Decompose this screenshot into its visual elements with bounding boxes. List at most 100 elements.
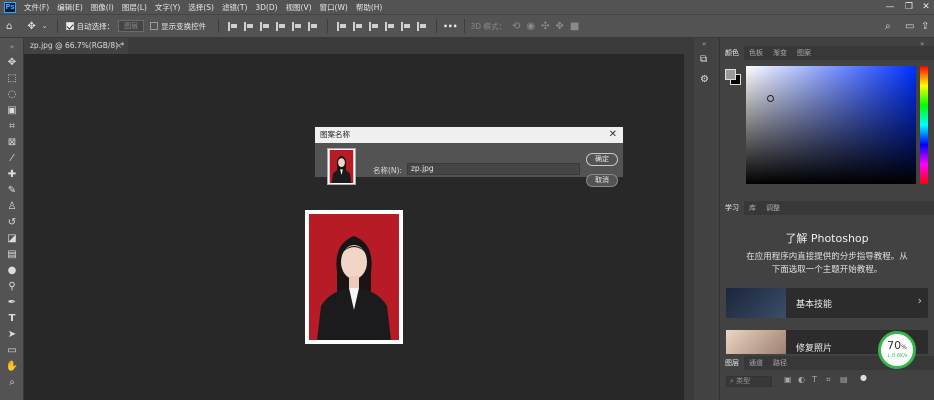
- share-icon[interactable]: ⇪: [921, 21, 929, 32]
- auto-select-dropdown[interactable]: 图层: [118, 20, 145, 32]
- minimize-icon[interactable]: —: [882, 0, 898, 14]
- tab-paths[interactable]: 路径: [768, 356, 792, 370]
- blur-tool-icon[interactable]: ●: [5, 264, 19, 278]
- type-tool-icon[interactable]: T: [5, 312, 19, 326]
- 3d-orbit-icon[interactable]: ⟲: [512, 21, 520, 32]
- distribute-middle-icon[interactable]: [401, 21, 411, 31]
- distribute-center-icon[interactable]: [353, 21, 363, 31]
- crop-tool-icon[interactable]: ⌗: [5, 120, 19, 134]
- menu-window[interactable]: 窗口(W): [316, 2, 352, 13]
- tab-patterns[interactable]: 图案: [792, 46, 816, 60]
- align-middle-icon[interactable]: [292, 21, 302, 31]
- 3d-roll-icon[interactable]: ◉: [526, 21, 535, 32]
- pattern-name-input[interactable]: zp.jpg: [407, 163, 580, 175]
- distribute-top-icon[interactable]: [385, 21, 395, 31]
- filter-toggle-icon[interactable]: ●: [860, 373, 867, 382]
- rectangle-tool-icon[interactable]: ▭: [5, 344, 19, 358]
- align-bottom-icon[interactable]: [308, 21, 318, 31]
- history-brush-tool-icon[interactable]: ↺: [5, 216, 19, 230]
- home-icon[interactable]: ⌂: [6, 21, 12, 32]
- 3d-pan-icon[interactable]: ✣: [541, 21, 549, 32]
- menu-help[interactable]: 帮助(H): [352, 2, 387, 13]
- filter-type-icon[interactable]: T: [812, 375, 817, 384]
- more-options-button[interactable]: •••: [443, 22, 457, 31]
- pen-tool-icon[interactable]: ✒: [5, 296, 19, 310]
- dialog-close-icon[interactable]: ✕: [609, 127, 617, 143]
- distribute-bottom-icon[interactable]: [417, 21, 427, 31]
- hue-slider[interactable]: [920, 66, 928, 184]
- hand-tool-icon[interactable]: ✋: [5, 360, 19, 374]
- menu-3d[interactable]: 3D(D): [251, 3, 281, 12]
- path-select-tool-icon[interactable]: ➤: [5, 328, 19, 342]
- restore-icon[interactable]: ❐: [901, 0, 917, 14]
- tab-channels[interactable]: 通道: [744, 356, 768, 370]
- menu-edit[interactable]: 编辑(E): [53, 2, 87, 13]
- menu-select[interactable]: 选择(S): [184, 2, 218, 13]
- show-transform-checkbox[interactable]: [150, 22, 159, 30]
- gradient-tool-icon[interactable]: ▤: [5, 248, 19, 262]
- move-tool-icon[interactable]: ✥: [27, 21, 35, 32]
- healing-brush-tool-icon[interactable]: ✚: [5, 168, 19, 182]
- filter-pixel-icon[interactable]: ▣: [784, 375, 792, 384]
- tab-gradients[interactable]: 渐变: [768, 46, 792, 60]
- photoshop-logo-icon: Ps: [4, 1, 16, 13]
- color-picker-field[interactable]: [746, 66, 916, 184]
- learn-panel-tabs: 学习 库 调整: [720, 201, 934, 215]
- 3d-scale-icon[interactable]: ■: [570, 21, 579, 32]
- learn-card-basic-skills[interactable]: 基本技能 ›: [726, 288, 928, 318]
- dodge-tool-icon[interactable]: ⚲: [5, 280, 19, 294]
- cancel-button[interactable]: 取消: [586, 174, 618, 187]
- zoom-tool-icon[interactable]: ⌕: [5, 376, 19, 390]
- properties-panel-icon[interactable]: ⚙: [700, 74, 709, 85]
- filter-smart-object-icon[interactable]: ▤: [840, 375, 848, 384]
- chevron-down-icon[interactable]: ⌄: [42, 22, 48, 30]
- layer-filter-dropdown[interactable]: ⌕ 类型: [726, 376, 772, 387]
- 3d-slide-icon[interactable]: ✥: [555, 21, 563, 32]
- eyedropper-tool-icon[interactable]: ⁄: [5, 152, 19, 166]
- document-tab[interactable]: zp.jpg @ 66.7%(RGB/8) * ×: [24, 38, 128, 54]
- menu-file[interactable]: 文件(F): [20, 2, 53, 13]
- quick-select-tool-icon[interactable]: ▣: [5, 104, 19, 118]
- tab-libraries[interactable]: 库: [744, 201, 761, 215]
- tab-color[interactable]: 颜色: [720, 46, 744, 60]
- align-left-icon[interactable]: [228, 21, 238, 31]
- menu-layer[interactable]: 图层(L): [118, 2, 151, 13]
- history-panel-icon[interactable]: ⧉: [700, 54, 707, 65]
- tab-close-icon[interactable]: ×: [116, 38, 122, 54]
- menu-type[interactable]: 文字(Y): [151, 2, 184, 13]
- lasso-tool-icon[interactable]: ◌: [5, 88, 19, 102]
- menu-filter[interactable]: 滤镜(T): [218, 2, 251, 13]
- frame-tool-icon[interactable]: ⊠: [5, 136, 19, 150]
- filter-shape-icon[interactable]: ⌗: [826, 375, 831, 385]
- search-icon[interactable]: ⌕: [885, 21, 891, 32]
- tab-swatches[interactable]: 色板: [744, 46, 768, 60]
- close-icon[interactable]: ✕: [918, 0, 934, 14]
- foreground-color-swatch[interactable]: [725, 69, 736, 80]
- menu-view[interactable]: 视图(V): [282, 2, 316, 13]
- align-top-icon[interactable]: [276, 21, 286, 31]
- marquee-tool-icon[interactable]: ⬚: [5, 72, 19, 86]
- align-center-icon[interactable]: [244, 21, 254, 31]
- tab-adjustments[interactable]: 调整: [761, 201, 785, 215]
- canvas-image[interactable]: [305, 210, 403, 344]
- tab-learn[interactable]: 学习: [720, 201, 744, 215]
- clone-stamp-tool-icon[interactable]: ♙: [5, 200, 19, 214]
- auto-select-checkbox[interactable]: [65, 22, 74, 30]
- color-picker-cursor[interactable]: [767, 95, 774, 102]
- tab-layers[interactable]: 图层: [720, 356, 744, 370]
- brush-tool-icon[interactable]: ✎: [5, 184, 19, 198]
- panels-collapse-icon[interactable]: »: [920, 40, 924, 48]
- move-tool-icon[interactable]: ✥: [5, 56, 19, 70]
- workspace-icon[interactable]: ▭: [905, 21, 914, 32]
- learn-description-line1: 在应用程序内直接提供的分步指导教程。从: [746, 252, 908, 262]
- ok-button[interactable]: 确定: [586, 153, 618, 166]
- menu-image[interactable]: 图像(I): [87, 2, 118, 13]
- distribute-right-icon[interactable]: [369, 21, 379, 31]
- distribute-left-icon[interactable]: [337, 21, 347, 31]
- eraser-tool-icon[interactable]: ◪: [5, 232, 19, 246]
- card-thumbnail: [726, 288, 786, 318]
- filter-adjustment-icon[interactable]: ◐: [798, 375, 805, 384]
- dock-collapse-icon[interactable]: «: [702, 40, 706, 48]
- align-right-icon[interactable]: [260, 21, 270, 31]
- toolbar-collapse-icon[interactable]: »: [5, 40, 19, 54]
